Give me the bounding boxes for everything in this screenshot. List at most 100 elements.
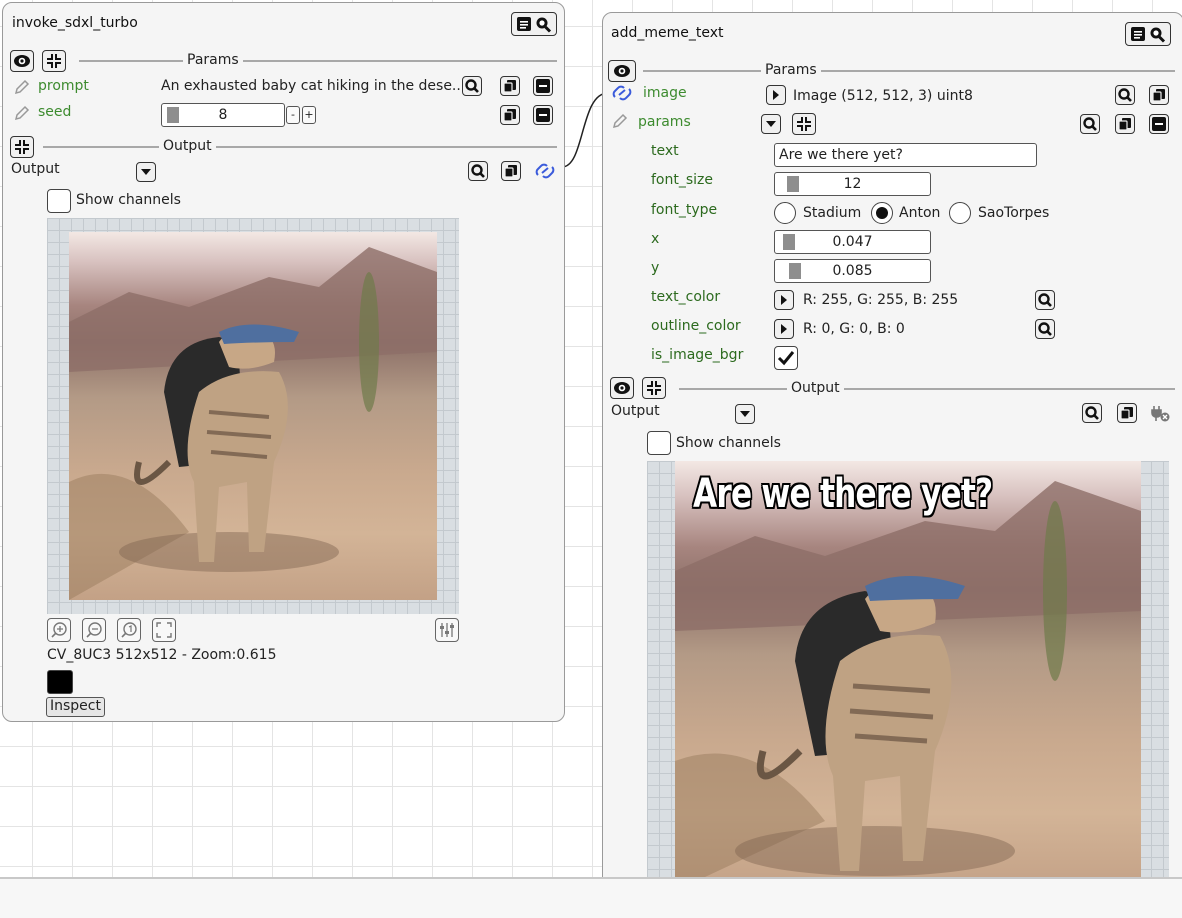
pixel-color-swatch bbox=[47, 670, 73, 694]
font-size-value: 12 bbox=[843, 176, 862, 192]
output-collapse-button[interactable] bbox=[642, 377, 666, 399]
doc-search-button[interactable] bbox=[511, 12, 557, 36]
image-inspect-button[interactable] bbox=[1115, 85, 1135, 105]
copy-icon bbox=[504, 165, 517, 178]
collapse-icon bbox=[47, 54, 61, 68]
y-slider[interactable]: 0.085 bbox=[774, 259, 931, 283]
prompt-copy-button[interactable] bbox=[500, 76, 520, 96]
magnifier-icon bbox=[1038, 322, 1052, 336]
output-eye-toggle-button[interactable] bbox=[610, 377, 634, 399]
minus-icon bbox=[1152, 117, 1166, 131]
collapse-button[interactable] bbox=[42, 50, 66, 72]
output-label: Output bbox=[11, 161, 60, 177]
prompt-remove-button[interactable] bbox=[533, 76, 553, 96]
copy-icon bbox=[1118, 118, 1131, 131]
output-inspect-button[interactable] bbox=[468, 161, 488, 181]
image-input-value: Image (512, 512, 3) uint8 bbox=[793, 88, 973, 104]
radio-label-stadium: Stadium bbox=[803, 205, 862, 221]
params-header: Params bbox=[183, 52, 243, 68]
doc-search-icon bbox=[517, 17, 552, 33]
param-label-image: image bbox=[643, 85, 687, 101]
meme-image[interactable]: Are we there yet? bbox=[675, 461, 1141, 891]
inspect-button[interactable]: Inspect bbox=[46, 697, 105, 717]
outline-color-inspect-button[interactable] bbox=[1035, 319, 1055, 339]
show-channels-checkbox[interactable] bbox=[647, 431, 671, 455]
minus-icon bbox=[536, 79, 550, 93]
zoom-fit-button[interactable] bbox=[152, 618, 176, 642]
magnifier-icon bbox=[1118, 88, 1132, 102]
show-channels-checkbox[interactable] bbox=[47, 189, 71, 213]
seed-decrement-button[interactable]: - bbox=[286, 106, 300, 124]
checkmark-icon bbox=[777, 351, 795, 366]
params-collapse-button[interactable] bbox=[792, 113, 816, 135]
output-image-frame[interactable]: Are we there yet? bbox=[647, 461, 1169, 891]
generated-image[interactable] bbox=[69, 232, 437, 600]
magnifier-icon bbox=[1038, 293, 1052, 307]
magnifier-icon bbox=[1083, 117, 1097, 131]
radio-label-saotorpes: SaoTorpes bbox=[978, 205, 1050, 221]
prompt-inspect-button[interactable] bbox=[462, 76, 482, 96]
text-color-expand-button[interactable] bbox=[774, 290, 794, 310]
image-copy-button[interactable] bbox=[1149, 85, 1169, 105]
triangle-down-icon bbox=[141, 169, 151, 175]
show-channels-label: Show channels bbox=[676, 435, 781, 451]
image-expand-button[interactable] bbox=[766, 85, 786, 105]
params-header: Params bbox=[761, 62, 821, 78]
cat-photo-illustration bbox=[69, 247, 437, 600]
output-label: Output bbox=[611, 403, 660, 419]
outline-color-expand-button[interactable] bbox=[774, 319, 794, 339]
zoom-out-button[interactable] bbox=[82, 618, 106, 642]
zoom-in-button[interactable] bbox=[47, 618, 71, 642]
seed-remove-button[interactable] bbox=[533, 105, 553, 125]
field-label-font-type: font_type bbox=[651, 202, 718, 218]
text-input[interactable]: Are we there yet? bbox=[774, 143, 1037, 167]
link-icon[interactable] bbox=[534, 161, 556, 181]
is-image-bgr-checkbox[interactable] bbox=[774, 346, 798, 370]
output-image-frame[interactable] bbox=[47, 218, 459, 614]
params-separator bbox=[79, 60, 557, 62]
eye-icon bbox=[614, 382, 630, 394]
unplug-icon[interactable] bbox=[1149, 403, 1171, 423]
font-size-slider[interactable]: 12 bbox=[774, 172, 931, 196]
meme-caption: Are we there yet? bbox=[693, 471, 993, 517]
collapse-icon bbox=[797, 117, 811, 131]
field-label-font-size: font_size bbox=[651, 172, 714, 188]
output-inspect-button[interactable] bbox=[1082, 403, 1102, 423]
eye-icon bbox=[614, 65, 630, 77]
node-title: invoke_sdxl_turbo bbox=[12, 15, 138, 31]
params-expand-button[interactable] bbox=[761, 114, 781, 134]
radio-saotorpes[interactable] bbox=[949, 202, 971, 224]
eye-toggle-button[interactable] bbox=[10, 50, 34, 72]
params-remove-button[interactable] bbox=[1149, 114, 1169, 134]
link-icon[interactable] bbox=[611, 83, 633, 103]
output-header: Output bbox=[159, 138, 216, 154]
seed-copy-button[interactable] bbox=[500, 105, 520, 125]
output-dropdown-button[interactable] bbox=[735, 404, 755, 424]
node-add-meme-text[interactable]: add_meme_text Params image Image (512, 5… bbox=[602, 12, 1182, 892]
pencil-icon bbox=[612, 113, 628, 129]
param-label-prompt: prompt bbox=[38, 78, 89, 94]
text-input-value: Are we there yet? bbox=[779, 147, 903, 163]
seed-slider[interactable]: 8 bbox=[161, 103, 285, 127]
output-copy-button[interactable] bbox=[501, 161, 521, 181]
seed-value: 8 bbox=[218, 107, 228, 123]
levels-button[interactable] bbox=[435, 618, 459, 642]
prompt-value[interactable]: An exhausted baby cat hiking in the dese… bbox=[161, 77, 465, 95]
text-color-inspect-button[interactable] bbox=[1035, 290, 1055, 310]
params-inspect-button[interactable] bbox=[1080, 114, 1100, 134]
radio-anton[interactable] bbox=[871, 202, 893, 224]
node-invoke-sdxl-turbo[interactable]: invoke_sdxl_turbo Params prompt An exhau… bbox=[2, 2, 565, 722]
zoom-reset-button[interactable] bbox=[117, 618, 141, 642]
eye-toggle-button[interactable] bbox=[608, 60, 636, 82]
params-copy-button[interactable] bbox=[1115, 114, 1135, 134]
doc-search-button[interactable] bbox=[1125, 22, 1171, 46]
radio-label-anton: Anton bbox=[899, 205, 941, 221]
text-color-value: R: 255, G: 255, B: 255 bbox=[803, 292, 959, 308]
outline-color-value: R: 0, G: 0, B: 0 bbox=[803, 321, 905, 337]
seed-increment-button[interactable]: + bbox=[302, 106, 316, 124]
output-copy-button[interactable] bbox=[1117, 403, 1137, 423]
output-dropdown-button[interactable] bbox=[136, 162, 156, 182]
radio-stadium[interactable] bbox=[774, 202, 796, 224]
output-collapse-button[interactable] bbox=[10, 136, 34, 158]
x-slider[interactable]: 0.047 bbox=[774, 230, 931, 254]
